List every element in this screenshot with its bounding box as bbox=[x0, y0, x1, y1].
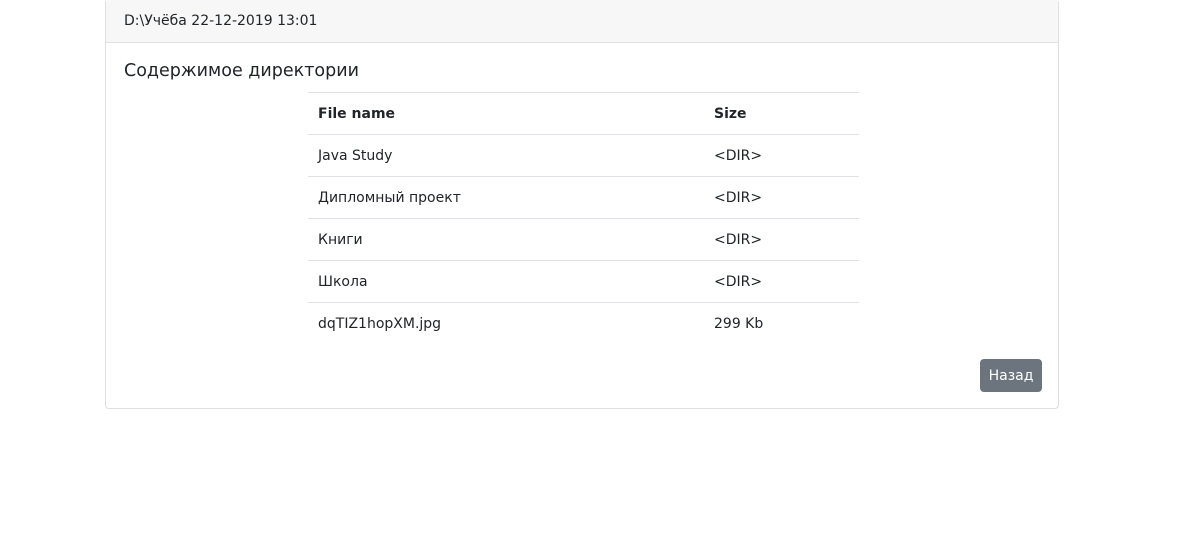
card-header: D:\Учёба 22-12-2019 13:01 bbox=[106, 0, 1058, 43]
file-size-cell: <DIR> bbox=[704, 134, 859, 177]
file-name-cell[interactable]: Дипломный проект bbox=[308, 176, 704, 219]
file-size-cell: <DIR> bbox=[704, 176, 859, 219]
table-row[interactable]: Дипломный проект <DIR> bbox=[308, 176, 859, 219]
table-header-row: File name Size bbox=[308, 92, 859, 135]
directory-card: D:\Учёба 22-12-2019 13:01 Содержимое дир… bbox=[105, 0, 1059, 409]
table-row[interactable]: Java Study <DIR> bbox=[308, 134, 859, 177]
file-size-cell: 299 Kb bbox=[704, 302, 859, 344]
column-header-file-name: File name bbox=[308, 92, 704, 135]
table-row[interactable]: Школа <DIR> bbox=[308, 260, 859, 303]
path-info: D:\Учёба 22-12-2019 13:01 bbox=[124, 13, 318, 29]
file-name-cell[interactable]: dqTIZ1hopXM.jpg bbox=[308, 302, 704, 344]
page-title: Содержимое директории bbox=[124, 61, 359, 81]
column-header-size: Size bbox=[704, 92, 859, 135]
table-row[interactable]: dqTIZ1hopXM.jpg 299 Kb bbox=[308, 302, 859, 344]
file-size-cell: <DIR> bbox=[704, 218, 859, 261]
file-name-cell[interactable]: Книги bbox=[308, 218, 704, 261]
table-row[interactable]: Книги <DIR> bbox=[308, 218, 859, 261]
file-name-cell[interactable]: Java Study bbox=[308, 134, 704, 177]
files-table: File name Size Java Study <DIR> Дипломны… bbox=[308, 92, 859, 344]
back-button[interactable]: Назад bbox=[980, 359, 1042, 392]
file-size-cell: <DIR> bbox=[704, 260, 859, 303]
file-name-cell[interactable]: Школа bbox=[308, 260, 704, 303]
